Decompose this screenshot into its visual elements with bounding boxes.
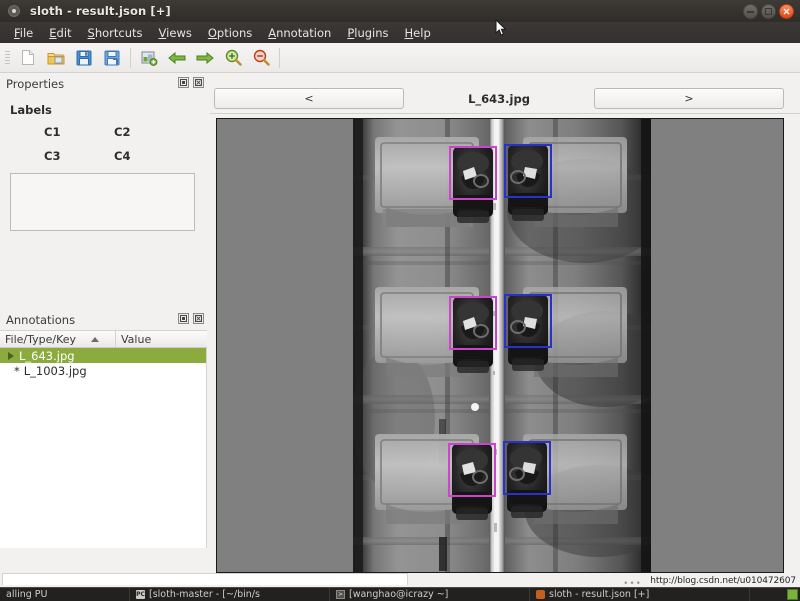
labels-grid: C1 C2 C3 C4 xyxy=(44,125,174,163)
menu-bar: File Edit Shortcuts Views Options Annota… xyxy=(0,22,800,43)
label-c1[interactable]: C1 xyxy=(44,125,114,139)
menu-options[interactable]: Options xyxy=(200,24,260,42)
terminal-icon: > xyxy=(336,590,345,599)
menu-annotation[interactable]: Annotation xyxy=(260,24,339,42)
properties-float-icon[interactable] xyxy=(178,77,189,88)
menu-file[interactable]: File xyxy=(6,24,41,42)
menu-shortcuts[interactable]: Shortcuts xyxy=(80,24,151,42)
zoom-out-icon[interactable] xyxy=(247,45,275,71)
menu-file-label: ile xyxy=(19,25,34,40)
properties-panel-title: Properties xyxy=(6,77,65,91)
previous-image-button[interactable]: < xyxy=(214,88,404,109)
new-file-icon[interactable] xyxy=(14,45,42,71)
modified-marker-icon: * xyxy=(14,363,20,378)
annotations-panel-title: Annotations xyxy=(6,313,76,327)
current-image-filename: L_643.jpg xyxy=(468,91,530,106)
taskbar-item-sloth-master[interactable]: PC [sloth-master - [~/bin/s xyxy=(130,587,330,601)
label-c2[interactable]: C2 xyxy=(114,125,184,139)
column-header-value[interactable]: Value xyxy=(116,331,207,347)
toolbar-separator-2 xyxy=(279,47,280,68)
annotation-file-name: L_643.jpg xyxy=(19,348,75,363)
minimize-button[interactable] xyxy=(743,4,758,19)
tool-bar xyxy=(0,43,800,73)
taskbar-item-label: [wanghao@icrazy ~] xyxy=(349,589,449,600)
taskbar-item-label: sloth - result.json [+] xyxy=(549,589,650,600)
properties-panel: Properties Labels C1 C2 C3 C4 xyxy=(0,74,210,306)
annotations-panel-header: Annotations xyxy=(0,310,210,330)
window-title: sloth - result.json [+] xyxy=(30,4,171,18)
annotations-close-icon[interactable] xyxy=(193,313,204,324)
toolbar-separator xyxy=(130,47,131,68)
annotations-panel: Annotations File/Type/Key Value L_643.jp… xyxy=(0,310,210,575)
arrow-left-icon[interactable] xyxy=(163,45,191,71)
annotation-file-name: L_1003.jpg xyxy=(23,363,87,378)
label-c3[interactable]: C3 xyxy=(44,149,114,163)
table-row[interactable]: L_643.jpg xyxy=(0,348,206,363)
column-header-file-type-key[interactable]: File/Type/Key xyxy=(0,331,116,347)
open-folder-icon[interactable] xyxy=(42,45,70,71)
annotated-railway-image[interactable] xyxy=(353,119,651,572)
menu-edit[interactable]: Edit xyxy=(41,24,79,42)
labels-heading: Labels xyxy=(10,103,52,117)
annotations-tree[interactable]: L_643.jpg * L_1003.jpg xyxy=(0,348,207,548)
annotations-table-header: File/Type/Key Value xyxy=(0,330,207,348)
menu-help[interactable]: Help xyxy=(397,24,439,42)
desktop-taskbar: alling PU PC [sloth-master - [~/bin/s > … xyxy=(0,587,800,601)
green-square-icon[interactable] xyxy=(787,589,798,600)
taskbar-item-sloth[interactable]: sloth - result.json [+] xyxy=(530,587,750,601)
close-button[interactable] xyxy=(779,4,794,19)
taskbar-item-terminal[interactable]: > [wanghao@icrazy ~] xyxy=(330,587,530,601)
toolbar-drag-handle[interactable] xyxy=(4,49,11,67)
save-as-icon[interactable] xyxy=(98,45,126,71)
taskbar-item-label: alling PU xyxy=(6,589,48,600)
taskbar-item-label: [sloth-master - [~/bin/s xyxy=(149,589,260,600)
zoom-in-icon[interactable] xyxy=(219,45,247,71)
record-dot-icon xyxy=(8,5,20,17)
menu-views[interactable]: Views xyxy=(151,24,200,42)
pc-icon: PC xyxy=(136,590,145,599)
arrow-right-icon[interactable] xyxy=(191,45,219,71)
viewer-separator xyxy=(210,113,800,114)
window-controls xyxy=(743,4,794,19)
add-image-icon[interactable] xyxy=(135,45,163,71)
save-icon[interactable] xyxy=(70,45,98,71)
image-viewer[interactable] xyxy=(216,118,784,573)
sloth-app-icon xyxy=(536,590,545,599)
table-row[interactable]: * L_1003.jpg xyxy=(0,363,206,378)
menu-plugins[interactable]: Plugins xyxy=(339,24,396,42)
properties-close-icon[interactable] xyxy=(193,77,204,88)
title-bar: sloth - result.json [+] xyxy=(0,0,800,22)
status-text-field[interactable] xyxy=(2,573,408,585)
label-c4[interactable]: C4 xyxy=(114,149,184,163)
property-detail-box[interactable] xyxy=(10,173,195,231)
watermark-url: http://blog.csdn.net/u010472607 xyxy=(650,576,796,586)
properties-panel-header: Properties xyxy=(0,74,210,94)
sort-ascending-icon xyxy=(91,337,99,342)
next-image-button[interactable]: > xyxy=(594,88,784,109)
image-navigation-bar: < L_643.jpg > xyxy=(214,86,784,111)
taskbar-item-installer[interactable]: alling PU xyxy=(0,587,130,601)
status-bar: ••• http://blog.csdn.net/u010472607 xyxy=(0,573,800,589)
expand-arrow-icon[interactable] xyxy=(8,351,14,360)
application-window: sloth - result.json [+] File Edit Shortc… xyxy=(0,0,800,601)
maximize-button[interactable] xyxy=(761,4,776,19)
annotations-float-icon[interactable] xyxy=(178,313,189,324)
